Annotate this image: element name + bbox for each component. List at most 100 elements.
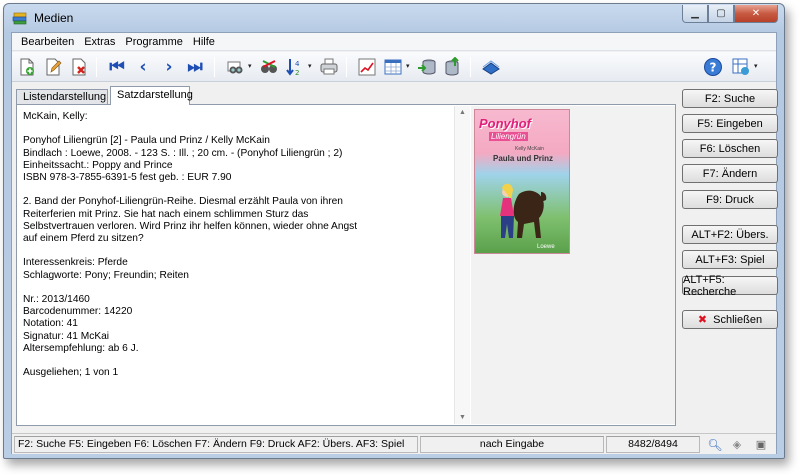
cover-author: Kelly McKain [515, 146, 544, 152]
menu-hilfe[interactable]: Hilfe [188, 36, 220, 48]
search-button[interactable] [224, 56, 246, 78]
status-box-button[interactable]: ◈ [728, 437, 746, 452]
cover-area: Ponyhof Liliengrün Kelly McKain Paula un… [471, 106, 675, 424]
sort-icon: 42 [286, 59, 300, 77]
toolbar-separator [214, 57, 215, 77]
new-record-icon [20, 58, 34, 76]
delete-record-icon [72, 58, 86, 76]
layout-icon [732, 58, 749, 75]
status-bar: F2: Suche F5: Eingeben F6: Löschen F7: Ä… [12, 433, 776, 454]
status-mode: nach Eingabe [420, 436, 604, 453]
previous-record-icon: ‹ [139, 57, 147, 77]
print-button[interactable] [318, 56, 340, 78]
status-search-button[interactable]: 🔍︎ [706, 437, 724, 452]
help-button[interactable]: ? [702, 56, 724, 78]
previous-record-button[interactable]: ‹ [132, 56, 154, 78]
delete-record-button[interactable] [68, 56, 90, 78]
edit-record-button[interactable] [42, 56, 64, 78]
help-icon: ? [704, 58, 722, 76]
window-icon: ▣ [755, 439, 767, 451]
search-binoculars-icon [227, 61, 243, 74]
table-dropdown-icon[interactable]: ▾ [406, 63, 412, 70]
export-icon [445, 57, 459, 76]
tools-icon [482, 60, 500, 75]
window-title: Medien [34, 11, 74, 25]
filter-button[interactable] [258, 56, 280, 78]
magnifier-icon: 🔍︎ [707, 437, 723, 452]
tools-button[interactable] [480, 56, 502, 78]
tab-satzdarstellung[interactable]: Satzdarstellung [110, 86, 193, 105]
schliessen-label: Schließen [713, 313, 763, 326]
edit-record-icon [46, 58, 62, 76]
close-window-button[interactable]: ✕ [734, 5, 778, 23]
record-scrollbar[interactable]: ▲ ▼ [454, 106, 470, 424]
filter-icon [261, 60, 277, 73]
table-button[interactable] [382, 56, 404, 78]
book-cover-image: Ponyhof Liliengrün Kelly McKain Paula un… [474, 109, 570, 254]
toolbar-separator [346, 57, 347, 77]
layout-button[interactable] [730, 56, 752, 78]
loeschen-button[interactable]: F6: Löschen [682, 139, 778, 158]
tab-listendarstellung[interactable]: Listendarstellung [16, 89, 108, 104]
cover-title: Ponyhof [479, 116, 531, 131]
main-window: Medien ▁ ▢ ✕ Bearbeiten Extras Programme… [3, 3, 785, 459]
svg-text:4: 4 [295, 60, 300, 68]
maximize-button[interactable]: ▢ [708, 5, 734, 23]
svg-text:?: ? [710, 61, 717, 75]
toolbar: ⏮ ‹ › ⏭ ▾ 42 ▾ ▾ ? ▾ [12, 52, 776, 82]
layout-dropdown-icon[interactable]: ▾ [754, 63, 760, 70]
print-icon [320, 58, 338, 75]
cover-subtitle: Liliengrün [489, 132, 528, 141]
menu-extras[interactable]: Extras [79, 36, 120, 48]
toolbar-separator [470, 57, 471, 77]
next-record-button[interactable]: › [158, 56, 180, 78]
close-x-icon: ✖ [697, 313, 708, 326]
chart-icon [358, 58, 376, 76]
aendern-button[interactable]: F7: Ändern [682, 164, 778, 183]
record-panel: McKain, Kelly: Ponyhof Liliengrün [2] - … [16, 104, 676, 426]
import-icon [418, 59, 436, 75]
svg-text:2: 2 [295, 69, 299, 77]
menu-programme[interactable]: Programme [120, 36, 187, 48]
record-text: McKain, Kelly: Ponyhof Liliengrün [2] - … [23, 111, 358, 379]
toolbar-separator [96, 57, 97, 77]
recherche-button[interactable]: ALT+F5: Recherche [682, 274, 778, 298]
scroll-up-icon[interactable]: ▲ [459, 109, 466, 116]
menu-bearbeiten[interactable]: Bearbeiten [16, 36, 79, 48]
druck-button[interactable]: F9: Druck [682, 190, 778, 209]
last-record-button[interactable]: ⏭ [184, 56, 206, 78]
export-button[interactable] [442, 56, 464, 78]
maximize-icon: ▢ [716, 8, 726, 19]
first-record-icon: ⏮ [109, 57, 125, 77]
app-books-icon [12, 12, 27, 25]
suche-button[interactable]: F2: Suche [682, 89, 778, 108]
girl-with-pony-illustration [500, 183, 547, 238]
last-record-icon: ⏭ [187, 57, 203, 77]
close-icon: ✕ [751, 8, 761, 19]
import-button[interactable] [416, 56, 438, 78]
chart-button[interactable] [356, 56, 378, 78]
table-icon [384, 59, 402, 75]
first-record-button[interactable]: ⏮ [106, 56, 128, 78]
minimize-button[interactable]: ▁ [682, 5, 708, 23]
title-bar[interactable]: Medien ▁ ▢ ✕ [4, 4, 784, 32]
spiel-button[interactable]: ALT+F3: Spiel [682, 250, 778, 269]
uebersicht-button[interactable]: ALT+F2: Übers. [682, 225, 778, 244]
cover-book-title: Paula und Prinz [493, 154, 554, 163]
scroll-down-icon[interactable]: ▼ [459, 414, 466, 421]
new-record-button[interactable] [16, 56, 38, 78]
status-shortcuts: F2: Suche F5: Eingeben F6: Löschen F7: Ä… [14, 436, 418, 453]
sort-dropdown-icon[interactable]: ▾ [308, 63, 314, 70]
sort-button[interactable]: 42 [284, 56, 306, 78]
schliessen-button[interactable]: ✖ Schließen [682, 310, 778, 329]
search-dropdown-icon[interactable]: ▾ [248, 63, 254, 70]
next-record-icon: › [165, 57, 173, 77]
minimize-icon: ▁ [691, 8, 699, 19]
record-text-area[interactable]: McKain, Kelly: Ponyhof Liliengrün [2] - … [18, 106, 454, 424]
status-window-button[interactable]: ▣ [752, 437, 770, 452]
box-icon: ◈ [732, 439, 742, 451]
cover-publisher: Loewe [537, 244, 555, 250]
client-area: Bearbeiten Extras Programme Hilfe ⏮ ‹ › … [11, 32, 778, 454]
menu-bar: Bearbeiten Extras Programme Hilfe [12, 33, 776, 51]
eingeben-button[interactable]: F5: Eingeben [682, 114, 778, 133]
